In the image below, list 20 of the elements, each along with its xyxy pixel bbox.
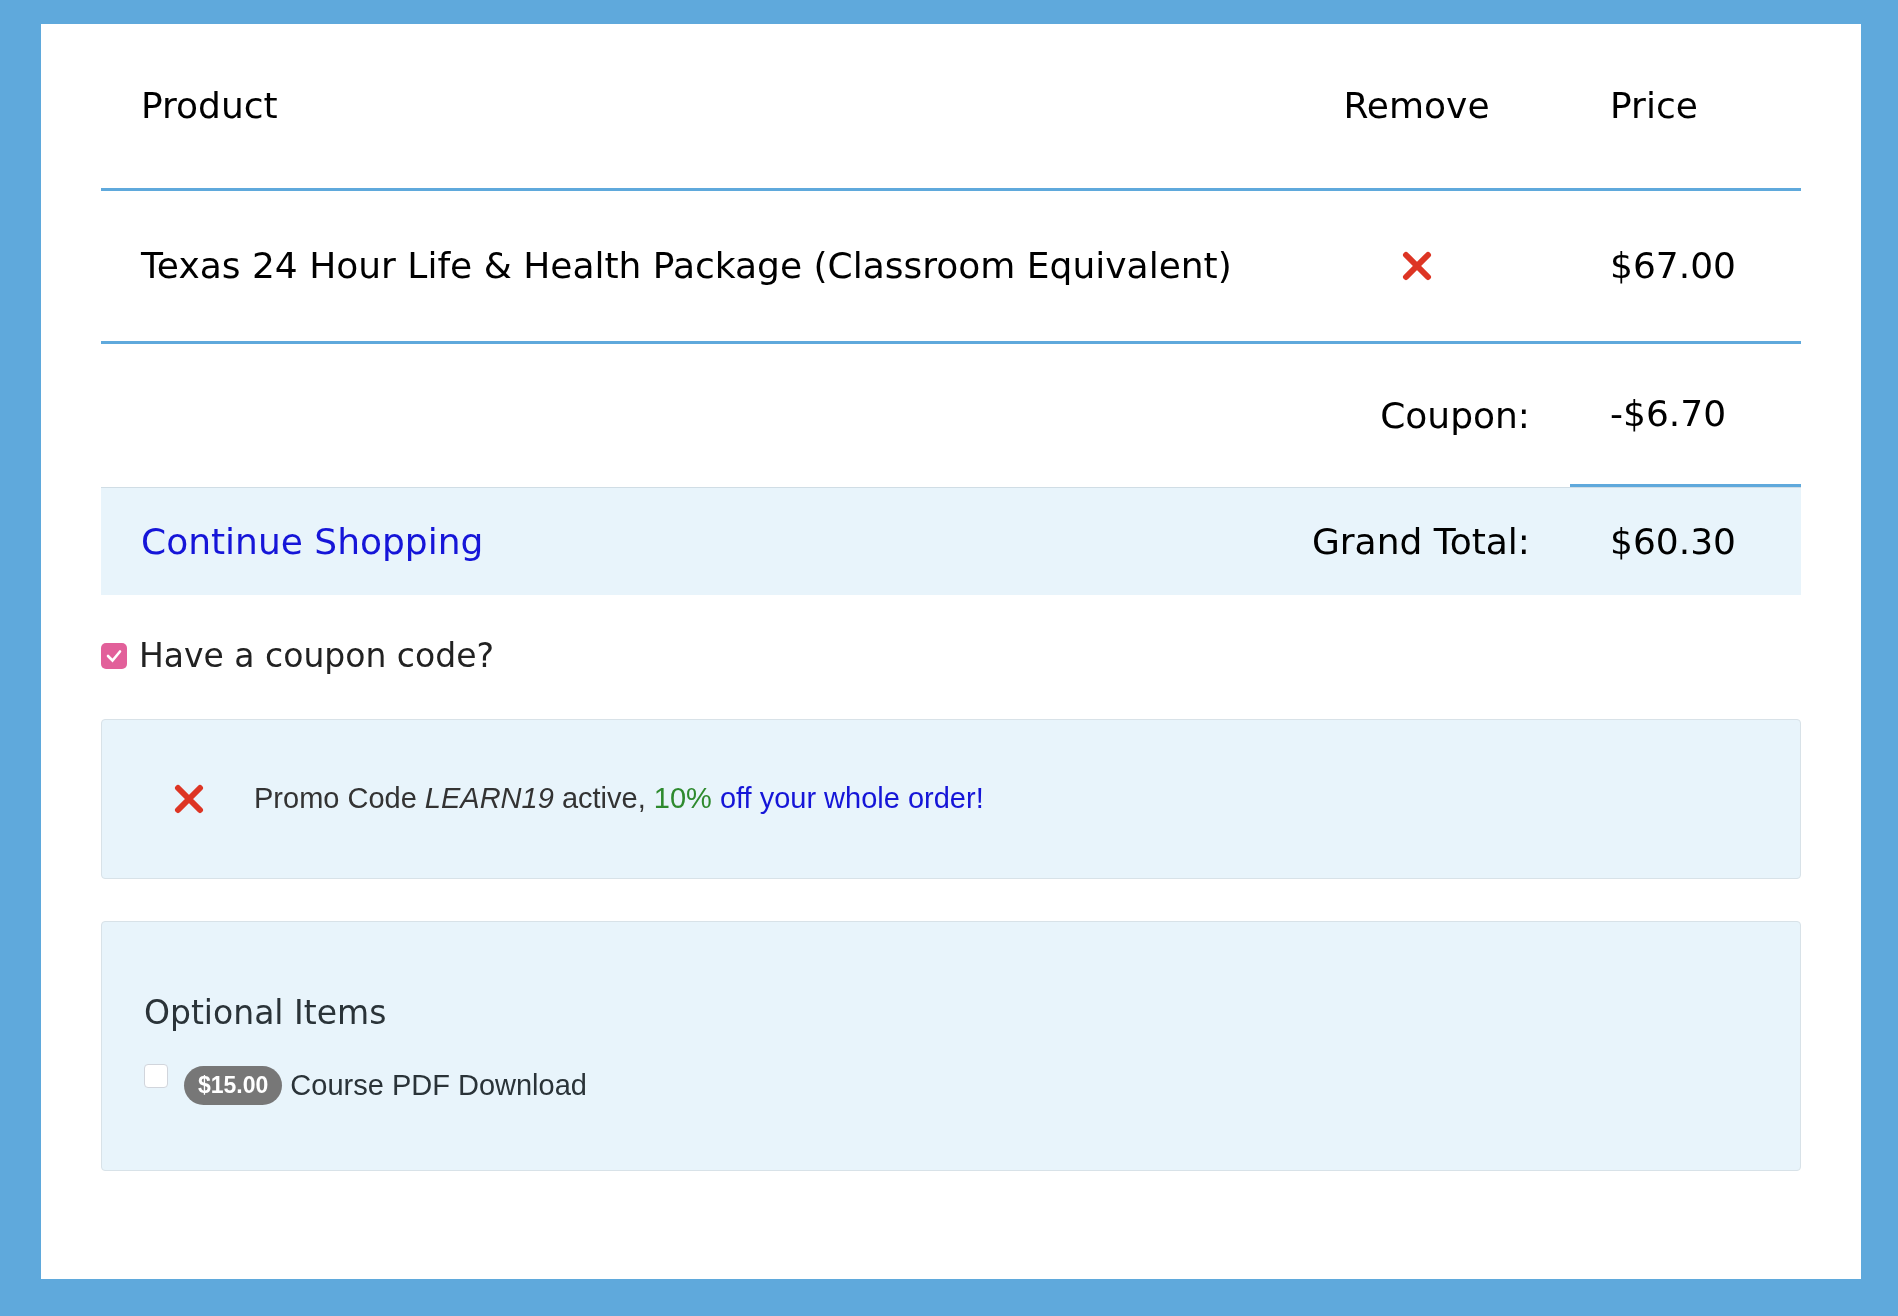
section-title: Optional Items	[144, 992, 388, 1034]
checkbox[interactable]	[144, 1063, 168, 1088]
remove-icon[interactable]	[1401, 251, 1432, 281]
coupon-label: Coupon:	[1380, 393, 1531, 438]
column-header: Product	[140, 84, 279, 128]
grand-total-label: Grand Total:	[1311, 519, 1531, 564]
grand-total-amount: $60.30	[1609, 519, 1737, 564]
checkbox[interactable]	[101, 643, 127, 669]
continue-shopping-link[interactable]: Continue Shopping	[101, 514, 1312, 569]
item-label: Course PDF Download	[290, 1067, 587, 1103]
price-badge: $15.00	[184, 1066, 283, 1105]
checkmark-icon	[105, 647, 123, 665]
coupon-amount: -$6.70	[1610, 392, 1727, 436]
promo-message: Promo Code LEARN19 active, 10% off your whole order!	[254, 781, 984, 817]
coupon-toggle-label: Have a coupon code?	[139, 635, 494, 678]
remove-promo-icon[interactable]	[174, 784, 204, 814]
column-header: Remove	[1342, 84, 1491, 128]
column-header: Price	[1609, 84, 1699, 128]
product-name: Texas 24 Hour Life & Health Package (Classroom Equivalent)	[140, 244, 1233, 288]
price: $67.00	[1609, 244, 1737, 288]
